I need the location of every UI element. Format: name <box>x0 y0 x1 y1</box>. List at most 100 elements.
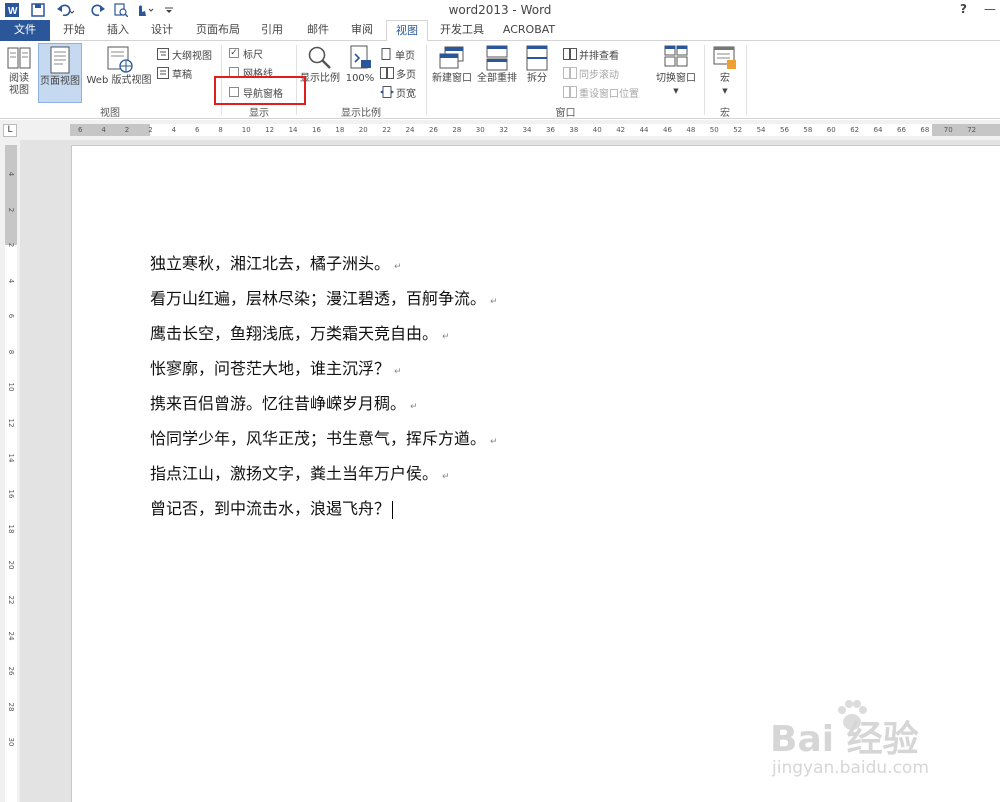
poem-line[interactable]: 独立寒秋，湘江北去，橘子洲头。 ↵ <box>150 253 402 275</box>
ruler-check-box[interactable]: ✓ <box>229 48 239 58</box>
ruler-number: 36 <box>546 126 555 134</box>
help-button[interactable]: ? <box>960 2 967 16</box>
poem-line[interactable]: 指点江山，激扬文字，粪土当年万户侯。 ↵ <box>150 463 450 485</box>
zoom-group-label: 显示比例 <box>341 108 381 119</box>
paragraph-mark: ↵ <box>490 437 498 447</box>
tab-developer[interactable]: 开发工具 <box>434 20 490 41</box>
arrange-all-label: 全部重排 <box>477 73 517 84</box>
tab-acrobat[interactable]: ACROBAT <box>496 20 562 41</box>
one-page-button[interactable]: 单页 <box>380 46 415 62</box>
ruler-number: 8 <box>7 349 15 354</box>
zoom-button[interactable]: 显示比例 <box>300 45 340 103</box>
vertical-ruler[interactable]: 4 2 2 4 6 8 10 12 14 16 18 20 22 24 26 28 30 <box>5 145 17 802</box>
reset-position-button[interactable]: 重设窗口位置 <box>563 84 639 100</box>
ruler-number: 68 <box>920 126 930 134</box>
ruler-number: 10 <box>7 382 15 392</box>
tab-home[interactable]: 开始 <box>54 20 94 41</box>
ruler-number: 4 <box>171 126 177 134</box>
poem-line[interactable]: 恰同学少年，风华正茂；书生意气，挥斥方遒。 ↵ <box>150 428 498 450</box>
tab-file[interactable]: 文件 <box>0 20 50 41</box>
poem-line[interactable]: 看万山红遍，层林尽染；漫江碧透，百舸争流。 ↵ <box>150 288 498 310</box>
tab-review[interactable]: 审阅 <box>342 20 382 41</box>
hundred-percent-icon <box>350 45 371 69</box>
minimize-button[interactable]: — <box>984 2 996 16</box>
tab-references[interactable]: 引用 <box>252 20 292 41</box>
web-layout-button[interactable]: Web 版式视图 <box>84 45 154 103</box>
split-button[interactable]: 拆分 <box>522 45 552 103</box>
ruler-number: 64 <box>873 126 883 134</box>
group-divider <box>746 45 747 115</box>
split-label: 拆分 <box>527 73 547 84</box>
tab-selector[interactable]: L <box>3 124 17 137</box>
chevron-down-icon: ▼ <box>722 87 728 95</box>
draft-button[interactable]: 草稿 <box>157 65 192 81</box>
outline-icon <box>157 48 169 60</box>
page-width-button[interactable]: 页宽 <box>380 84 416 100</box>
ruler-number: 14 <box>288 126 298 134</box>
new-window-button[interactable]: 新建窗口 <box>430 45 474 103</box>
one-page-icon <box>381 48 391 60</box>
ruler-number: 34 <box>522 126 532 134</box>
poem-line[interactable]: 鹰击长空，鱼翔浅底，万类霜天竞自由。 ↵ <box>150 323 450 345</box>
side-by-side-button[interactable]: 并排查看 <box>563 46 619 62</box>
ruler-number: 4 <box>101 126 106 134</box>
multi-page-button[interactable]: 多页 <box>380 65 416 81</box>
zoom-100-label: 100% <box>345 73 375 84</box>
read-mode-button[interactable]: 阅读 视图 <box>2 45 36 103</box>
zoom-label: 显示比例 <box>300 73 340 84</box>
outline-button[interactable]: 大纲视图 <box>157 46 212 62</box>
watermark-url: jingyan.baidu.com <box>772 758 929 778</box>
line-text: 曾记否，到中流击水，浪遏飞舟？ <box>150 499 391 518</box>
draft-label: 草稿 <box>172 69 192 81</box>
ribbon-tabs: 文件 开始 插入 设计 页面布局 引用 邮件 审阅 视图 开发工具 ACROBA… <box>0 20 1000 42</box>
ruler-number: 60 <box>826 126 836 134</box>
ribbon: 阅读 视图 页面视图 Web 版式视图 大纲视图 草稿 视图 ✓ 标尺 网格线 … <box>0 41 1000 119</box>
ruler-number: 4 <box>7 278 15 283</box>
ruler-number: 8 <box>218 126 223 134</box>
ruler-number: 10 <box>241 126 251 134</box>
print-layout-button[interactable]: 页面视图 <box>38 43 82 103</box>
views-group-label: 视图 <box>100 108 120 119</box>
switch-windows-button[interactable]: 切换窗口 ▼ <box>652 45 700 103</box>
ruler-number: 50 <box>709 126 719 134</box>
horizontal-ruler[interactable]: 6 4 2 2 4 6 8 10 12 14 16 18 20 22 24 26 28 30 32 34 36 38 40 4… <box>70 124 1000 136</box>
line-text: 怅寥廓，问苍茫大地，谁主沉浮？ <box>150 359 391 378</box>
show-group-label: 显示 <box>249 108 269 119</box>
tab-insert[interactable]: 插入 <box>98 20 138 41</box>
tab-mailings[interactable]: 邮件 <box>298 20 338 41</box>
ruler-number: 42 <box>616 126 626 134</box>
ruler-number: 54 <box>756 126 766 134</box>
multi-page-icon <box>380 67 394 79</box>
line-text: 独立寒秋，湘江北去，橘子洲头。 <box>150 254 391 273</box>
arrange-all-button[interactable]: 全部重排 <box>475 45 519 103</box>
right-margin-area <box>932 124 1000 136</box>
ruler-number: 4 <box>7 171 15 177</box>
paragraph-mark: ↵ <box>442 472 450 482</box>
ruler-checkbox[interactable]: ✓ 标尺 <box>229 45 263 61</box>
top-margin-area <box>5 145 17 245</box>
ruler-number: 18 <box>335 126 345 134</box>
poem-line[interactable]: 怅寥廓，问苍茫大地，谁主沉浮？ ↵ <box>150 358 402 380</box>
tab-view[interactable]: 视图 <box>386 20 428 42</box>
ruler-number: 14 <box>7 453 15 463</box>
one-page-label: 单页 <box>395 50 415 62</box>
read-mode-label: 阅读 视图 <box>9 73 29 96</box>
poem-line[interactable]: 携来百侣曾游。忆往昔峥嵘岁月稠。 ↵ <box>150 393 418 415</box>
side-by-side-label: 并排查看 <box>579 50 619 62</box>
poem-line[interactable]: 曾记否，到中流击水，浪遏飞舟？ <box>150 498 394 520</box>
ruler-number: 6 <box>7 313 15 319</box>
paragraph-mark: ↵ <box>490 297 498 307</box>
ruler-number: 2 <box>7 242 15 248</box>
ruler-number: 12 <box>7 418 15 427</box>
macros-button[interactable]: 宏 ▼ <box>708 45 742 103</box>
ruler-number: 26 <box>7 666 15 676</box>
baidu-watermark: Bai 经验 jingyan.baidu.com <box>770 700 970 790</box>
text-cursor <box>392 500 394 519</box>
watermark-logo: Bai 经验 <box>770 719 919 760</box>
ruler-number: 38 <box>569 126 579 134</box>
sync-scroll-button[interactable]: 同步滚动 <box>563 65 619 81</box>
tab-design[interactable]: 设计 <box>142 20 182 41</box>
split-icon <box>526 45 548 71</box>
zoom-100-button[interactable]: 100% <box>344 45 376 103</box>
tab-layout[interactable]: 页面布局 <box>188 20 248 41</box>
